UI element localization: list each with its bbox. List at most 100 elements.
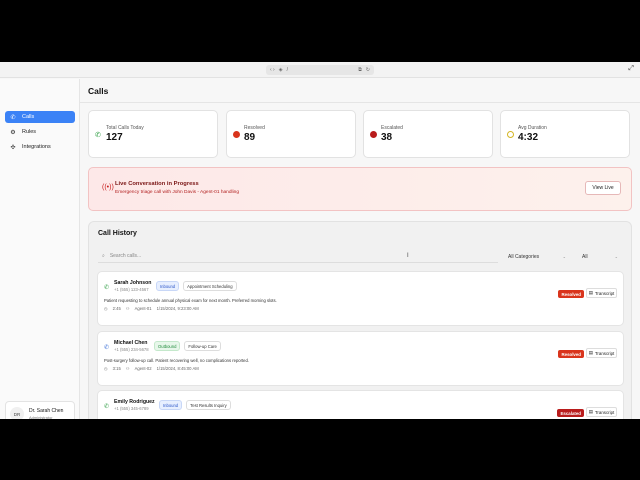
direction-badge: Outbound [154,341,181,351]
app-window: ‹ › ◈ / ⧉ ↻ ⤢ ✆ Calls ⚙ Rules ✣ Integrat… [0,62,640,419]
browser-toolbar: ‹ › ◈ / ⧉ ↻ ⤢ [0,62,640,78]
call-description: Patient requesting to schedule annual ph… [104,298,277,303]
search-icon: ⌕ [102,253,105,259]
clock-icon [507,131,514,140]
status-badge: Resolved [558,290,584,298]
shield-icon: ◈ [278,67,283,73]
document-icon: ▤ [588,290,593,295]
stat-value: 89 [244,132,256,143]
reload-icon[interactable]: ↻ [366,67,370,73]
call-history-panel: Call History ⌕ Search calls... I All Cat… [88,221,632,419]
call-card[interactable]: ✆ Michael Chen +1 (555) 234-5678 Outboun… [97,331,624,386]
clock-icon: ◷ [104,366,108,371]
stat-value: 38 [381,132,393,143]
stat-label: Resolved [244,125,265,131]
call-time: 1/15/2024, 9:23:00 AM [156,306,199,311]
caller-number: +1 (555) 123-4567 [114,287,149,292]
stat-label: Avg Duration [518,125,547,131]
divider [80,102,640,103]
direction-badge: Inbound [156,281,180,291]
user-icon: ⚇ [125,306,130,311]
user-name: Dr. Sarah Chen [29,408,64,414]
url-text: / [286,67,288,73]
phone-icon: ✆ [10,114,16,121]
broadcast-icon: ((•)) [102,184,114,191]
user-role: Administrator [29,415,53,419]
category-badge: Follow-up Care [184,341,221,351]
stat-value: 4:32 [518,132,539,143]
category-badge: Appointment Scheduling [183,281,237,291]
transcript-label: Transcript [594,290,615,296]
sidebar-item-label: Rules [22,129,37,135]
category-badge: Test Results Inquiry [186,400,231,410]
phone-inbound-icon: ✆ [104,404,110,410]
direction-badge: Inbound [159,400,183,410]
status-badge: Escalated [557,409,584,417]
call-agent: Agent-01 [134,306,152,311]
nav-arrows-icon[interactable]: ‹ › [270,67,275,73]
stat-label: Escalated [381,125,403,131]
transcript-button[interactable]: ▤ Transcript [586,288,617,298]
sidebar-item-calls[interactable]: ✆ Calls [5,111,75,123]
caller-name: Emily Rodriguez [114,399,155,405]
transcript-label: Transcript [594,409,615,415]
avatar: DR [10,407,24,419]
status-select[interactable]: All ⌄ [579,251,621,262]
transcript-label: Transcript [594,350,615,356]
phone-icon: ✆ [95,132,101,139]
status-badge: Resolved [558,350,584,358]
main-content: Calls ✆ Total Calls Today 127 Resolved 8… [80,79,640,419]
user-icon: ⚇ [125,366,130,371]
stat-label: Total Calls Today [106,125,144,131]
gear-icon: ⚙ [10,129,16,136]
live-subtitle: Emergency triage call with John Davis - … [115,190,239,195]
sidebar-item-integrations[interactable]: ✣ Integrations [5,141,75,153]
share-icon[interactable]: ⧉ [358,67,362,73]
dot-icon [233,131,240,140]
view-live-button[interactable]: View Live [585,181,621,195]
call-duration: 3:15 [112,366,121,371]
category-select[interactable]: All Categories ⌄ [505,251,569,262]
chevron-down-icon: ⌄ [562,254,566,259]
stat-value: 127 [106,132,123,143]
sidebar: ✆ Calls ⚙ Rules ✣ Integrations DR Dr. Sa… [0,79,80,419]
page-title: Calls [88,86,109,96]
document-icon: ▤ [588,409,593,414]
category-select-value: All Categories [508,253,540,260]
plug-icon: ✣ [10,144,16,151]
expand-icon[interactable]: ⤢ [628,65,634,73]
live-conversation-banner: ((•)) Live Conversation in Progress Emer… [88,167,632,211]
sidebar-item-label: Integrations [22,144,51,150]
search-placeholder: Search calls... [109,253,142,259]
transcript-button[interactable]: ▤ Transcript [586,348,617,358]
stat-card-avg-duration: Avg Duration 4:32 [500,110,630,158]
sidebar-item-rules[interactable]: ⚙ Rules [5,126,75,138]
stat-card-total-calls: ✆ Total Calls Today 127 [88,110,218,158]
caller-number: +1 (555) 234-5678 [114,347,149,352]
sidebar-item-label: Calls [22,114,35,120]
call-card[interactable]: ✆ Emily Rodriguez +1 (555) 345-6789 Inbo… [97,390,624,419]
search-input[interactable]: ⌕ Search calls... [98,250,498,263]
phone-outbound-icon: ✆ [104,345,110,351]
section-title: Call History [98,230,137,237]
call-description: Post-surgery follow-up call. Patient rec… [104,358,250,363]
stat-card-resolved: Resolved 89 [226,110,356,158]
caller-name: Sarah Johnson [114,280,152,286]
call-card[interactable]: ✆ Sarah Johnson +1 (555) 123-4567 Inboun… [97,271,624,326]
call-agent: Agent-02 [134,366,152,371]
chevron-down-icon: ⌄ [614,254,618,259]
document-icon: ▤ [588,350,593,355]
caller-name: Michael Chen [114,340,148,346]
live-title: Live Conversation in Progress [115,181,199,187]
address-bar[interactable]: ‹ › ◈ / ⧉ ↻ [266,65,374,75]
clock-icon: ◷ [104,306,108,311]
dot-icon [370,131,377,140]
status-select-value: All [582,253,588,260]
stat-card-escalated: Escalated 38 [363,110,493,158]
phone-inbound-icon: ✆ [104,285,110,291]
caller-number: +1 (555) 345-6789 [114,406,149,411]
user-profile[interactable]: DR Dr. Sarah Chen Administrator [5,401,75,419]
call-time: 1/15/2024, 8:45:00 AM [156,366,199,371]
call-duration: 2:45 [112,306,121,311]
transcript-button[interactable]: ▤ Transcript [586,407,617,417]
